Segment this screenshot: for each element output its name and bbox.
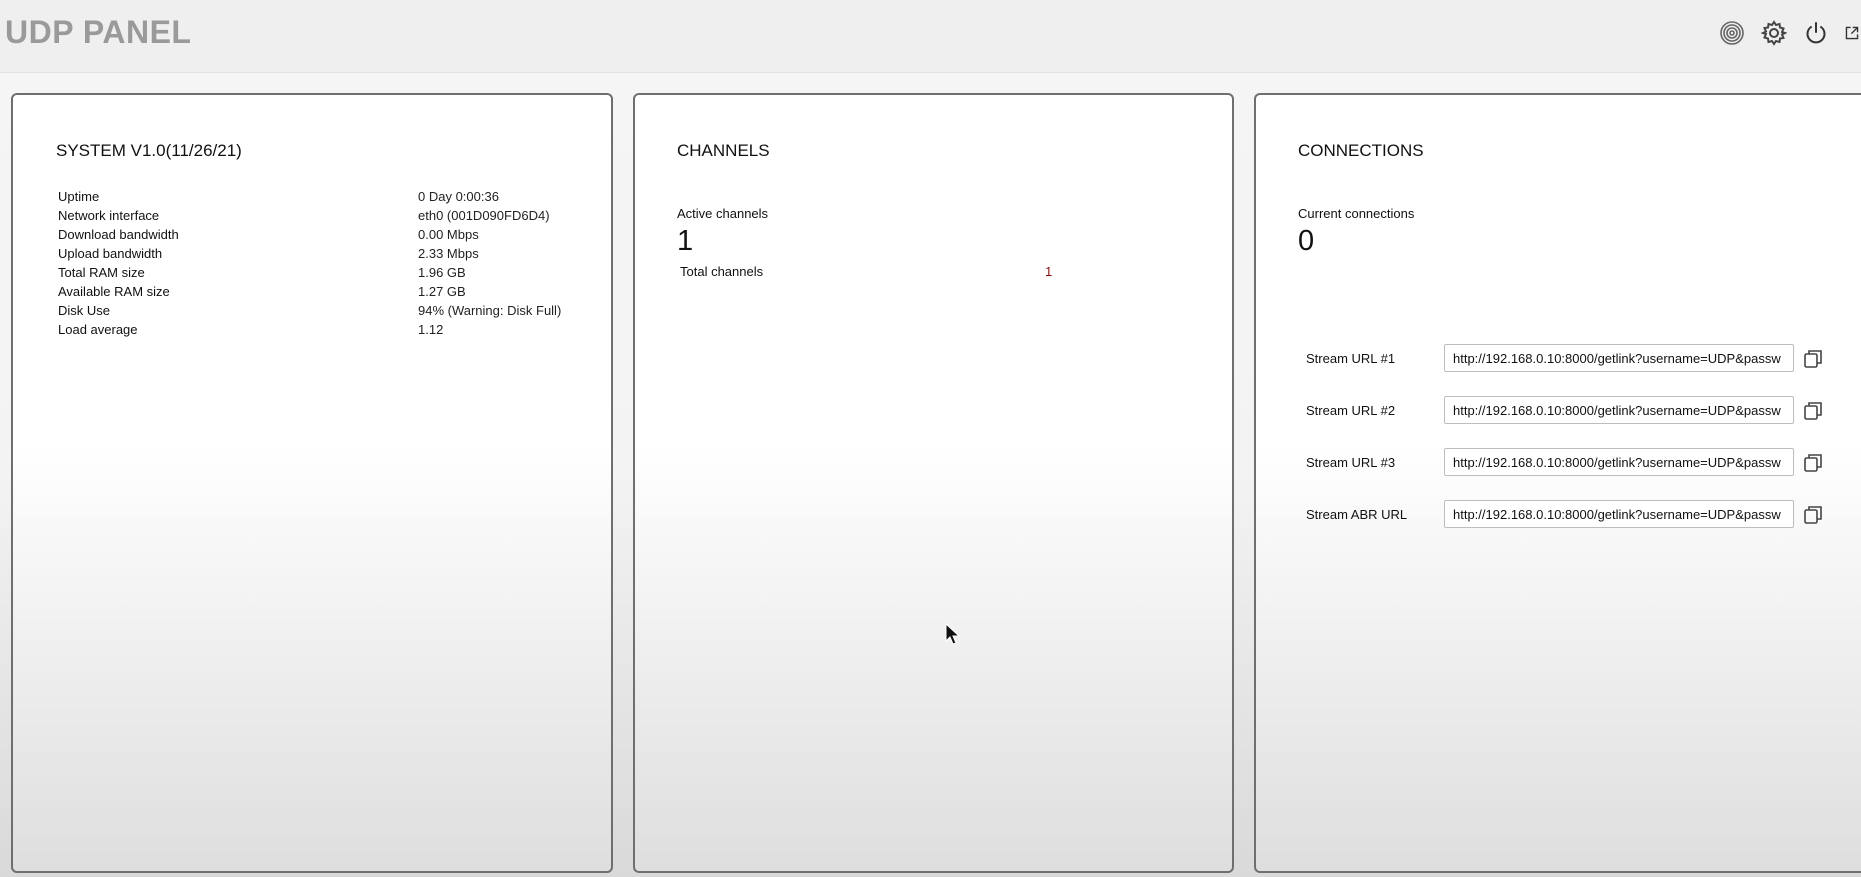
- row-label: Available RAM size: [58, 284, 170, 299]
- current-connections-label: Current connections: [1298, 206, 1415, 221]
- gear-icon[interactable]: [1759, 18, 1789, 48]
- table-row: Disk Use 94% (Warning: Disk Full): [58, 301, 578, 320]
- table-row: Uptime 0 Day 0:00:36: [58, 187, 578, 206]
- app-title: UDP PANEL: [5, 14, 192, 50]
- table-row: Upload bandwidth 2.33 Mbps: [58, 244, 578, 263]
- active-channels-label: Active channels: [677, 206, 769, 221]
- system-title: SYSTEM V1.0(11/26/21): [56, 141, 242, 160]
- copy-icon[interactable]: [1802, 400, 1824, 422]
- row-label: Total RAM size: [58, 265, 145, 280]
- row-value: 1.12: [418, 322, 444, 337]
- stream-url-row-1: Stream URL #1: [1306, 344, 1826, 374]
- row-label: Download bandwidth: [58, 227, 179, 242]
- row-value: 1.96 GB: [418, 265, 466, 280]
- row-value: 0.00 Mbps: [418, 227, 479, 242]
- row-value: 1.27 GB: [418, 284, 466, 299]
- system-info-table: Uptime 0 Day 0:00:36 Network interface eth…: [58, 187, 578, 339]
- top-bar: UDP PANEL: [0, 0, 1861, 73]
- stream-url-row-2: Stream URL #2: [1306, 396, 1826, 426]
- power-icon[interactable]: [1801, 18, 1831, 48]
- total-channels-value: 1: [1045, 264, 1053, 279]
- row-label: Network interface: [58, 208, 160, 223]
- row-label: Load average: [58, 322, 138, 337]
- system-panel: SYSTEM V1.0(11/26/21) Uptime 0 Day 0:00:3…: [11, 93, 613, 873]
- copy-icon[interactable]: [1802, 348, 1824, 370]
- active-channels-value: 1: [677, 225, 694, 257]
- row-value: 94% (Warning: Disk Full): [418, 303, 562, 318]
- stream-url-3-field[interactable]: [1444, 448, 1794, 476]
- top-toolbar: [1705, 18, 1861, 48]
- row-value: eth0 (001D090FD6D4): [418, 208, 550, 223]
- connections-panel: CONNECTIONS Current connections 0 Stream…: [1254, 93, 1861, 873]
- channels-panel: CHANNELS Active channels 1 Total channel…: [633, 93, 1234, 873]
- row-label: Upload bandwidth: [58, 246, 163, 261]
- row-value: 0 Day 0:00:36: [418, 189, 499, 204]
- stream-abr-url-row: Stream ABR URL: [1306, 500, 1826, 530]
- connections-title: CONNECTIONS: [1298, 141, 1424, 160]
- table-row: Download bandwidth 0.00 Mbps: [58, 225, 578, 244]
- row-label: Disk Use: [58, 303, 111, 318]
- stream-url-label: Stream URL #3: [1306, 455, 1396, 470]
- current-connections-value: 0: [1298, 225, 1315, 257]
- copy-icon[interactable]: [1802, 452, 1824, 474]
- copy-icon[interactable]: [1802, 504, 1824, 526]
- stream-url-1-field[interactable]: [1444, 344, 1794, 372]
- fingerprint-icon[interactable]: [1717, 18, 1747, 48]
- total-channels-label: Total channels: [680, 264, 764, 279]
- stream-url-label: Stream ABR URL: [1306, 507, 1408, 522]
- channels-title: CHANNELS: [677, 141, 770, 160]
- external-link-icon[interactable]: [1843, 18, 1861, 48]
- stream-url-label: Stream URL #1: [1306, 351, 1396, 366]
- table-row: Available RAM size 1.27 GB: [58, 282, 578, 301]
- stream-abr-url-field[interactable]: [1444, 500, 1794, 528]
- dashboard-area: SYSTEM V1.0(11/26/21) Uptime 0 Day 0:00:3…: [0, 73, 1861, 877]
- table-row: Total RAM size 1.96 GB: [58, 263, 578, 282]
- stream-url-2-field[interactable]: [1444, 396, 1794, 424]
- table-row: Load average 1.12: [58, 320, 578, 339]
- table-row: Network interface eth0 (001D090FD6D4): [58, 206, 578, 225]
- row-label: Uptime: [58, 189, 100, 204]
- row-value: 2.33 Mbps: [418, 246, 479, 261]
- stream-url-row-3: Stream URL #3: [1306, 448, 1826, 478]
- stream-url-label: Stream URL #2: [1306, 403, 1396, 418]
- total-channels-row: Total channels 1: [680, 264, 1053, 279]
